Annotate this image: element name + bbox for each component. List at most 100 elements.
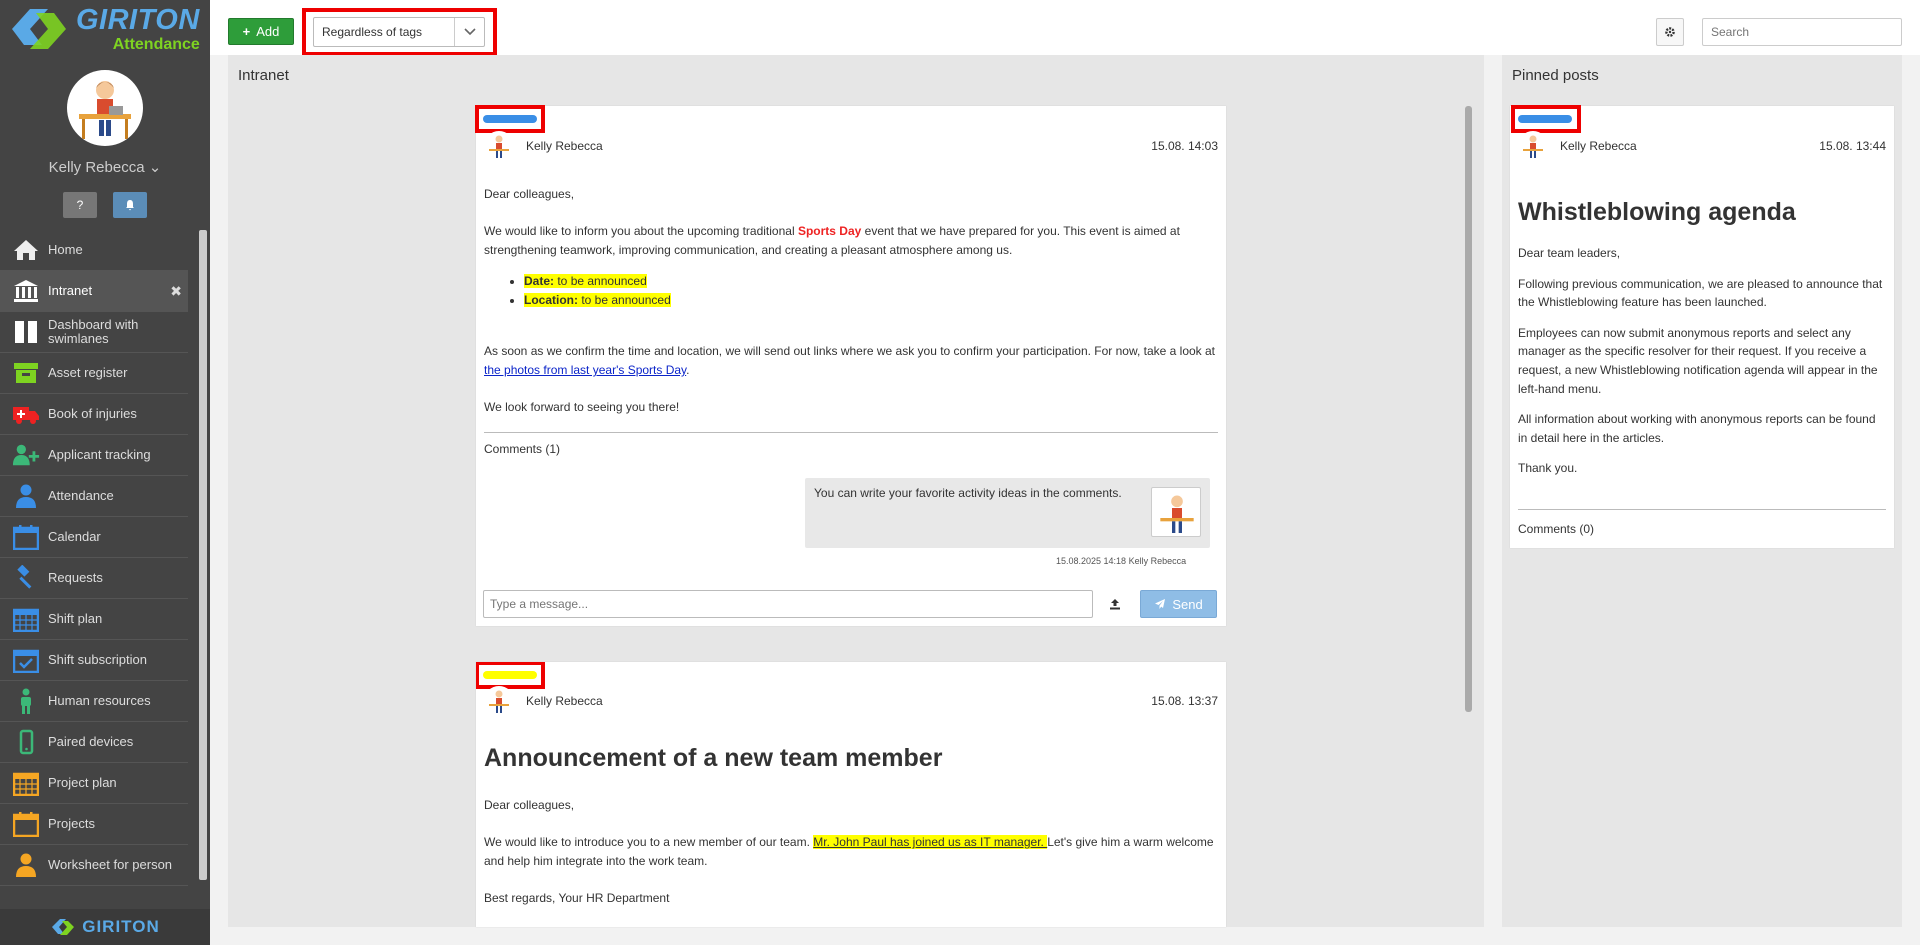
divider [1518,509,1886,510]
sidebar-item-calendar[interactable]: Calendar [0,517,188,558]
sidebar-item-intranet[interactable]: Intranet ✖ [0,271,188,312]
brand-name: GIRITON [76,3,200,36]
gear-icon [1665,27,1675,37]
post-author-row: Kelly Rebecca 15.08. 13:37 [484,685,1218,717]
feed-scrollbar[interactable] [1465,106,1472,712]
gavel-icon [12,565,40,591]
post-title: Whistleblowing agenda [1518,198,1796,226]
comment: You can write your favorite activity ide… [805,478,1210,548]
notifications-button[interactable] [113,192,147,218]
comment-text: You can write your favorite activity ide… [814,486,1122,500]
post-closing: We look forward to seeing you there! [484,400,680,414]
post-author[interactable]: Kelly Rebecca [526,139,603,153]
user-avatar[interactable] [67,70,143,146]
sidebar-item-shift-plan[interactable]: Shift plan [0,599,188,640]
post-time: 15.08. 14:03 [1151,139,1218,153]
close-tab-icon[interactable]: ✖ [170,283,182,300]
giriton-mark-icon [52,919,75,935]
sidebar-item-shift-subscription[interactable]: Shift subscription [0,640,188,681]
calendar-check-icon [12,647,40,673]
photos-link[interactable]: the photos from last year's Sports Day [484,363,686,377]
chevron-down-icon: ⌄ [148,159,162,176]
comments-count[interactable]: Comments (0) [1518,522,1594,536]
sidebar-item-home[interactable]: Home [0,230,188,271]
brand-logo[interactable]: GIRITON Attendance [0,0,210,58]
bank-icon [12,278,40,304]
sidebar-item-book-of-injuries[interactable]: Book of injuries [0,394,188,435]
post-paragraph: Employees can now submit anonymous repor… [1518,325,1878,396]
post-closing: Best regards, Your HR Department [484,891,670,905]
avatar[interactable] [484,686,514,716]
post-paragraph: All information about working with anony… [1518,412,1876,445]
post-paragraph: We would like to inform you about the up… [484,224,1180,257]
post-body: Dear colleagues, We would like to introd… [484,796,1218,926]
paper-plane-icon [1155,599,1166,609]
user-menu[interactable]: Kelly Rebecca ⌄ [0,158,210,176]
sidebar-item-project-plan[interactable]: Project plan [0,763,188,804]
sidebar-item-asset-register[interactable]: Asset register [0,353,188,394]
sidebar: GIRITON Attendance Kelly Rebecca ⌄ ? Hom… [0,0,210,945]
post-author[interactable]: Kelly Rebecca [526,694,603,708]
sidebar-scrollbar[interactable] [199,230,207,880]
divider [484,432,1218,433]
post-card: Kelly Rebecca 15.08. 14:03 Dear colleagu… [475,105,1226,626]
mobile-icon [12,729,40,755]
sidebar-item-human-resources[interactable]: Human resources [0,681,188,722]
pinned-posts-panel: Pinned posts Kelly Rebecca 15.08. 13:44 … [1502,55,1902,927]
send-button[interactable]: Send [1140,590,1217,618]
panel-title: Pinned posts [1512,67,1599,84]
help-button[interactable]: ? [63,192,97,218]
event-name: Sports Day [797,224,862,238]
post-body: Dear colleagues, We would like to inform… [484,185,1218,435]
post-card: Kelly Rebecca 15.08. 13:37 Announcement … [476,662,1226,927]
footer-logo: GIRITON [0,909,210,945]
post-greeting: Dear colleagues, [484,187,575,201]
plus-icon: + [242,24,251,39]
ambulance-icon [12,401,40,427]
post-greeting: Dear colleagues, [484,798,575,812]
user-name: Kelly Rebecca [48,159,145,176]
post-author-row: Kelly Rebecca 15.08. 13:44 [1518,130,1886,162]
person-icon [12,688,40,714]
calendar-grid-icon [12,770,40,796]
settings-button[interactable] [1656,18,1684,46]
top-toolbar: + Add Regardless of tags [210,0,1920,56]
search-input[interactable] [1702,18,1902,46]
sidebar-item-attendance[interactable]: Attendance [0,476,188,517]
sidebar-menu: Home Intranet ✖ Dashboard with swimlanes… [0,230,188,886]
list-item: Date: to be announced [524,272,1218,291]
highlight-box [475,105,545,133]
highlighted-text: Mr. John Paul has joined us as IT manage… [813,835,1048,849]
sidebar-item-requests[interactable]: Requests [0,558,188,599]
post-paragraph: As soon as we confirm the time and locat… [484,344,1216,377]
post-time: 15.08. 13:44 [1819,139,1886,153]
post-author[interactable]: Kelly Rebecca [1560,139,1637,153]
sidebar-item-dashboard[interactable]: Dashboard with swimlanes [0,312,188,353]
event-details-list: Date: to be announced Location: to be an… [524,272,1218,310]
post-greeting: Dear team leaders, [1518,246,1621,260]
upload-button[interactable] [1104,592,1126,616]
post-time: 15.08. 13:37 [1151,694,1218,708]
post-title: Announcement of a new team member [484,744,943,772]
avatar[interactable] [484,131,514,161]
highlight-box [1511,105,1581,133]
calendar-grid-icon [12,606,40,632]
user-plus-icon [12,442,40,468]
columns-icon [12,319,40,345]
question-icon: ? [76,198,84,212]
highlight-box [302,8,497,56]
comment-avatar[interactable] [1151,487,1201,537]
archive-icon [12,360,40,386]
comments-count[interactable]: Comments (1) [484,442,560,456]
sidebar-item-worksheet-for-person[interactable]: Worksheet for person [0,845,188,886]
add-button[interactable]: + Add [228,18,294,45]
pinned-post-card: Kelly Rebecca 15.08. 13:44 Whistleblowin… [1510,105,1894,548]
post-paragraph: We would like to introduce you to a new … [484,835,1214,868]
sidebar-item-applicant-tracking[interactable]: Applicant tracking [0,435,188,476]
sidebar-item-paired-devices[interactable]: Paired devices [0,722,188,763]
avatar[interactable] [1518,131,1548,161]
home-icon [12,237,40,263]
post-body: Dear team leaders, Following previous co… [1518,244,1886,496]
message-input[interactable] [483,590,1093,618]
sidebar-item-projects[interactable]: Projects [0,804,188,845]
